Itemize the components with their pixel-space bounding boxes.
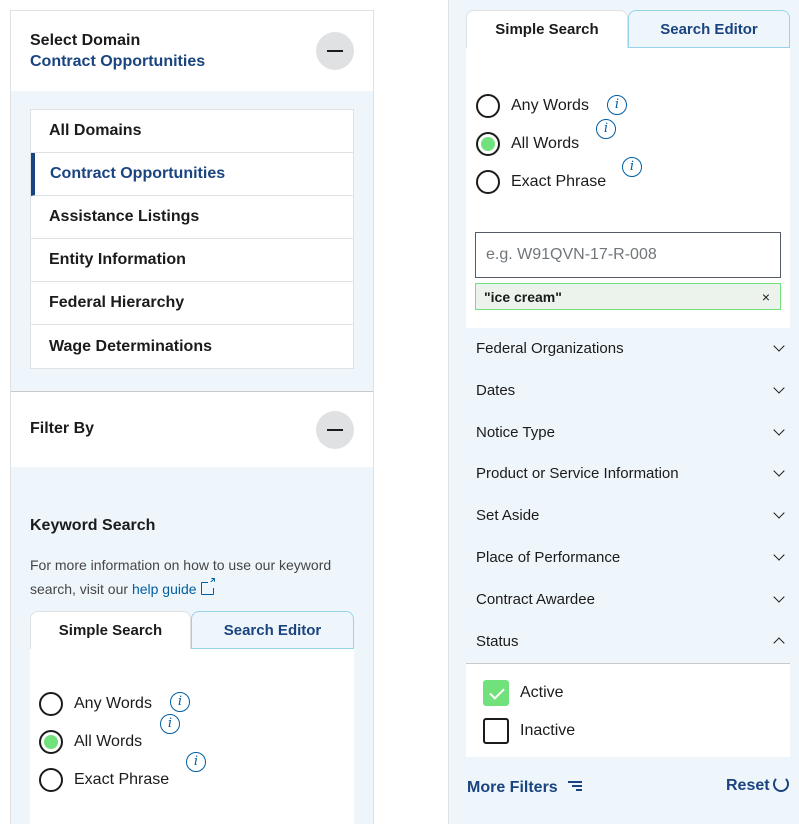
filter-by-header[interactable]: Filter By xyxy=(11,392,373,467)
more-filters-button[interactable]: More Filters xyxy=(467,779,583,797)
radio-any-words-circle[interactable] xyxy=(39,692,63,716)
accordion-product-service[interactable]: Product or Service Information xyxy=(448,452,799,494)
radio-any-words[interactable]: Any Words xyxy=(39,692,152,716)
chevron-down-icon xyxy=(773,549,785,561)
tab-search-editor[interactable]: Search Editor xyxy=(628,10,790,48)
accordion-federal-organizations[interactable]: Federal Organizations xyxy=(448,327,799,369)
accordion-label: Status xyxy=(476,632,519,650)
minus-icon xyxy=(327,429,343,431)
chevron-down-icon xyxy=(773,465,785,477)
tab-simple-search[interactable]: Simple Search xyxy=(466,10,628,48)
right-search-tabs: Simple Search Search Editor xyxy=(466,10,790,48)
checkbox-inactive-label: Inactive xyxy=(520,722,576,739)
radio-any-words[interactable]: Any Words xyxy=(476,94,589,118)
checkmark-icon[interactable] xyxy=(483,680,509,706)
domain-item-entity-information[interactable]: Entity Information xyxy=(31,239,353,282)
accordion-label: Notice Type xyxy=(476,423,555,441)
close-icon[interactable]: × xyxy=(762,289,770,305)
radio-any-words-label: Any Words xyxy=(511,97,589,114)
domain-item-all[interactable]: All Domains xyxy=(31,110,353,153)
radio-all-words-label: All Words xyxy=(74,733,143,750)
accordion-dates[interactable]: Dates xyxy=(448,369,799,411)
radio-all-words[interactable]: All Words xyxy=(39,730,142,754)
domain-item-contract-opportunities[interactable]: Contract Opportunities xyxy=(31,153,353,196)
info-icon[interactable]: i xyxy=(607,95,627,115)
accordion-label: Set Aside xyxy=(476,506,540,524)
left-search-tabs: Simple Search Search Editor xyxy=(30,611,354,649)
external-link-icon xyxy=(200,575,217,595)
tab-search-editor[interactable]: Search Editor xyxy=(191,611,354,649)
domain-item-federal-hierarchy[interactable]: Federal Hierarchy xyxy=(31,282,353,325)
more-filters-label: More Filters xyxy=(467,779,558,796)
domain-item-assistance-listings[interactable]: Assistance Listings xyxy=(31,196,353,239)
info-icon[interactable]: i xyxy=(186,752,206,772)
accordion-label: Federal Organizations xyxy=(476,339,624,357)
minus-icon xyxy=(327,50,343,52)
radio-any-words-circle[interactable] xyxy=(476,94,500,118)
reset-icon xyxy=(772,776,789,792)
keyword-tag-text: "ice cream" xyxy=(484,288,562,305)
accordion-label: Place of Performance xyxy=(476,548,621,566)
radio-exact-phrase-label: Exact Phrase xyxy=(511,173,607,190)
chevron-down-icon xyxy=(773,507,785,519)
radio-exact-phrase[interactable]: Exact Phrase xyxy=(39,768,169,792)
filter-body: Keyword Search For more information on h… xyxy=(11,467,373,824)
domain-list: All Domains Contract Opportunities Assis… xyxy=(30,109,354,369)
chevron-down-icon xyxy=(773,591,785,603)
left-filter-panel: Select Domain Contract Opportunities All… xyxy=(10,10,374,824)
info-icon[interactable]: i xyxy=(170,692,190,712)
accordion-label: Dates xyxy=(476,381,516,399)
radio-exact-phrase-label: Exact Phrase xyxy=(74,771,170,788)
status-options-panel: Active Inactive xyxy=(466,663,790,757)
filter-by-title: Filter By xyxy=(30,420,95,437)
radio-any-words-label: Any Words xyxy=(74,695,152,712)
tab-simple-search[interactable]: Simple Search xyxy=(30,611,191,649)
reset-button[interactable]: Reset xyxy=(726,776,789,795)
checkbox-active[interactable]: Active xyxy=(483,680,564,706)
keyword-tag: "ice cream" × xyxy=(475,283,781,310)
accordion-status[interactable]: Status xyxy=(448,620,799,662)
radio-all-words-label: All Words xyxy=(511,135,580,152)
radio-all-words[interactable]: All Words xyxy=(476,132,579,156)
keyword-search-title: Keyword Search xyxy=(30,517,156,534)
accordion-contract-awardee[interactable]: Contract Awardee xyxy=(448,578,799,620)
chevron-down-icon xyxy=(773,340,785,352)
selected-domain-value: Contract Opportunities xyxy=(30,53,206,70)
radio-exact-phrase[interactable]: Exact Phrase xyxy=(476,170,606,194)
chevron-down-icon xyxy=(773,382,785,394)
reset-label: Reset xyxy=(726,777,770,794)
chevron-up-icon xyxy=(773,637,785,649)
collapse-domain-button[interactable] xyxy=(316,32,354,70)
filter-lines-icon xyxy=(568,781,583,791)
accordion-label: Product or Service Information xyxy=(476,464,679,482)
keyword-help-text: For more information on how to use our k… xyxy=(30,553,350,601)
accordion-notice-type[interactable]: Notice Type xyxy=(448,411,799,453)
checkbox-inactive-box[interactable] xyxy=(483,718,509,744)
info-icon[interactable]: i xyxy=(160,714,180,734)
help-guide-link[interactable]: help guide xyxy=(131,575,217,597)
accordion-place-of-performance[interactable]: Place of Performance xyxy=(448,536,799,578)
radio-all-words-circle[interactable] xyxy=(39,730,63,754)
radio-all-words-circle[interactable] xyxy=(476,132,500,156)
radio-exact-phrase-circle[interactable] xyxy=(39,768,63,792)
accordion-set-aside[interactable]: Set Aside xyxy=(448,494,799,536)
accordion-label: Contract Awardee xyxy=(476,590,595,608)
left-simple-search-panel: Any Words i All Words i Exact Phrase i xyxy=(30,649,354,824)
checkbox-inactive[interactable]: Inactive xyxy=(483,718,575,744)
info-icon[interactable]: i xyxy=(596,119,616,139)
checkbox-active-label: Active xyxy=(520,684,564,701)
select-domain-label: Select Domain xyxy=(30,32,141,49)
domain-list-area: All Domains Contract Opportunities Assis… xyxy=(11,91,373,392)
radio-exact-phrase-circle[interactable] xyxy=(476,170,500,194)
info-icon[interactable]: i xyxy=(622,157,642,177)
keyword-search-input[interactable] xyxy=(475,232,781,278)
domain-item-wage-determinations[interactable]: Wage Determinations xyxy=(31,325,353,368)
collapse-filter-button[interactable] xyxy=(316,411,354,449)
chevron-down-icon xyxy=(773,424,785,436)
select-domain-header[interactable]: Select Domain Contract Opportunities xyxy=(11,10,373,91)
help-guide-link-label: help guide xyxy=(131,581,197,597)
